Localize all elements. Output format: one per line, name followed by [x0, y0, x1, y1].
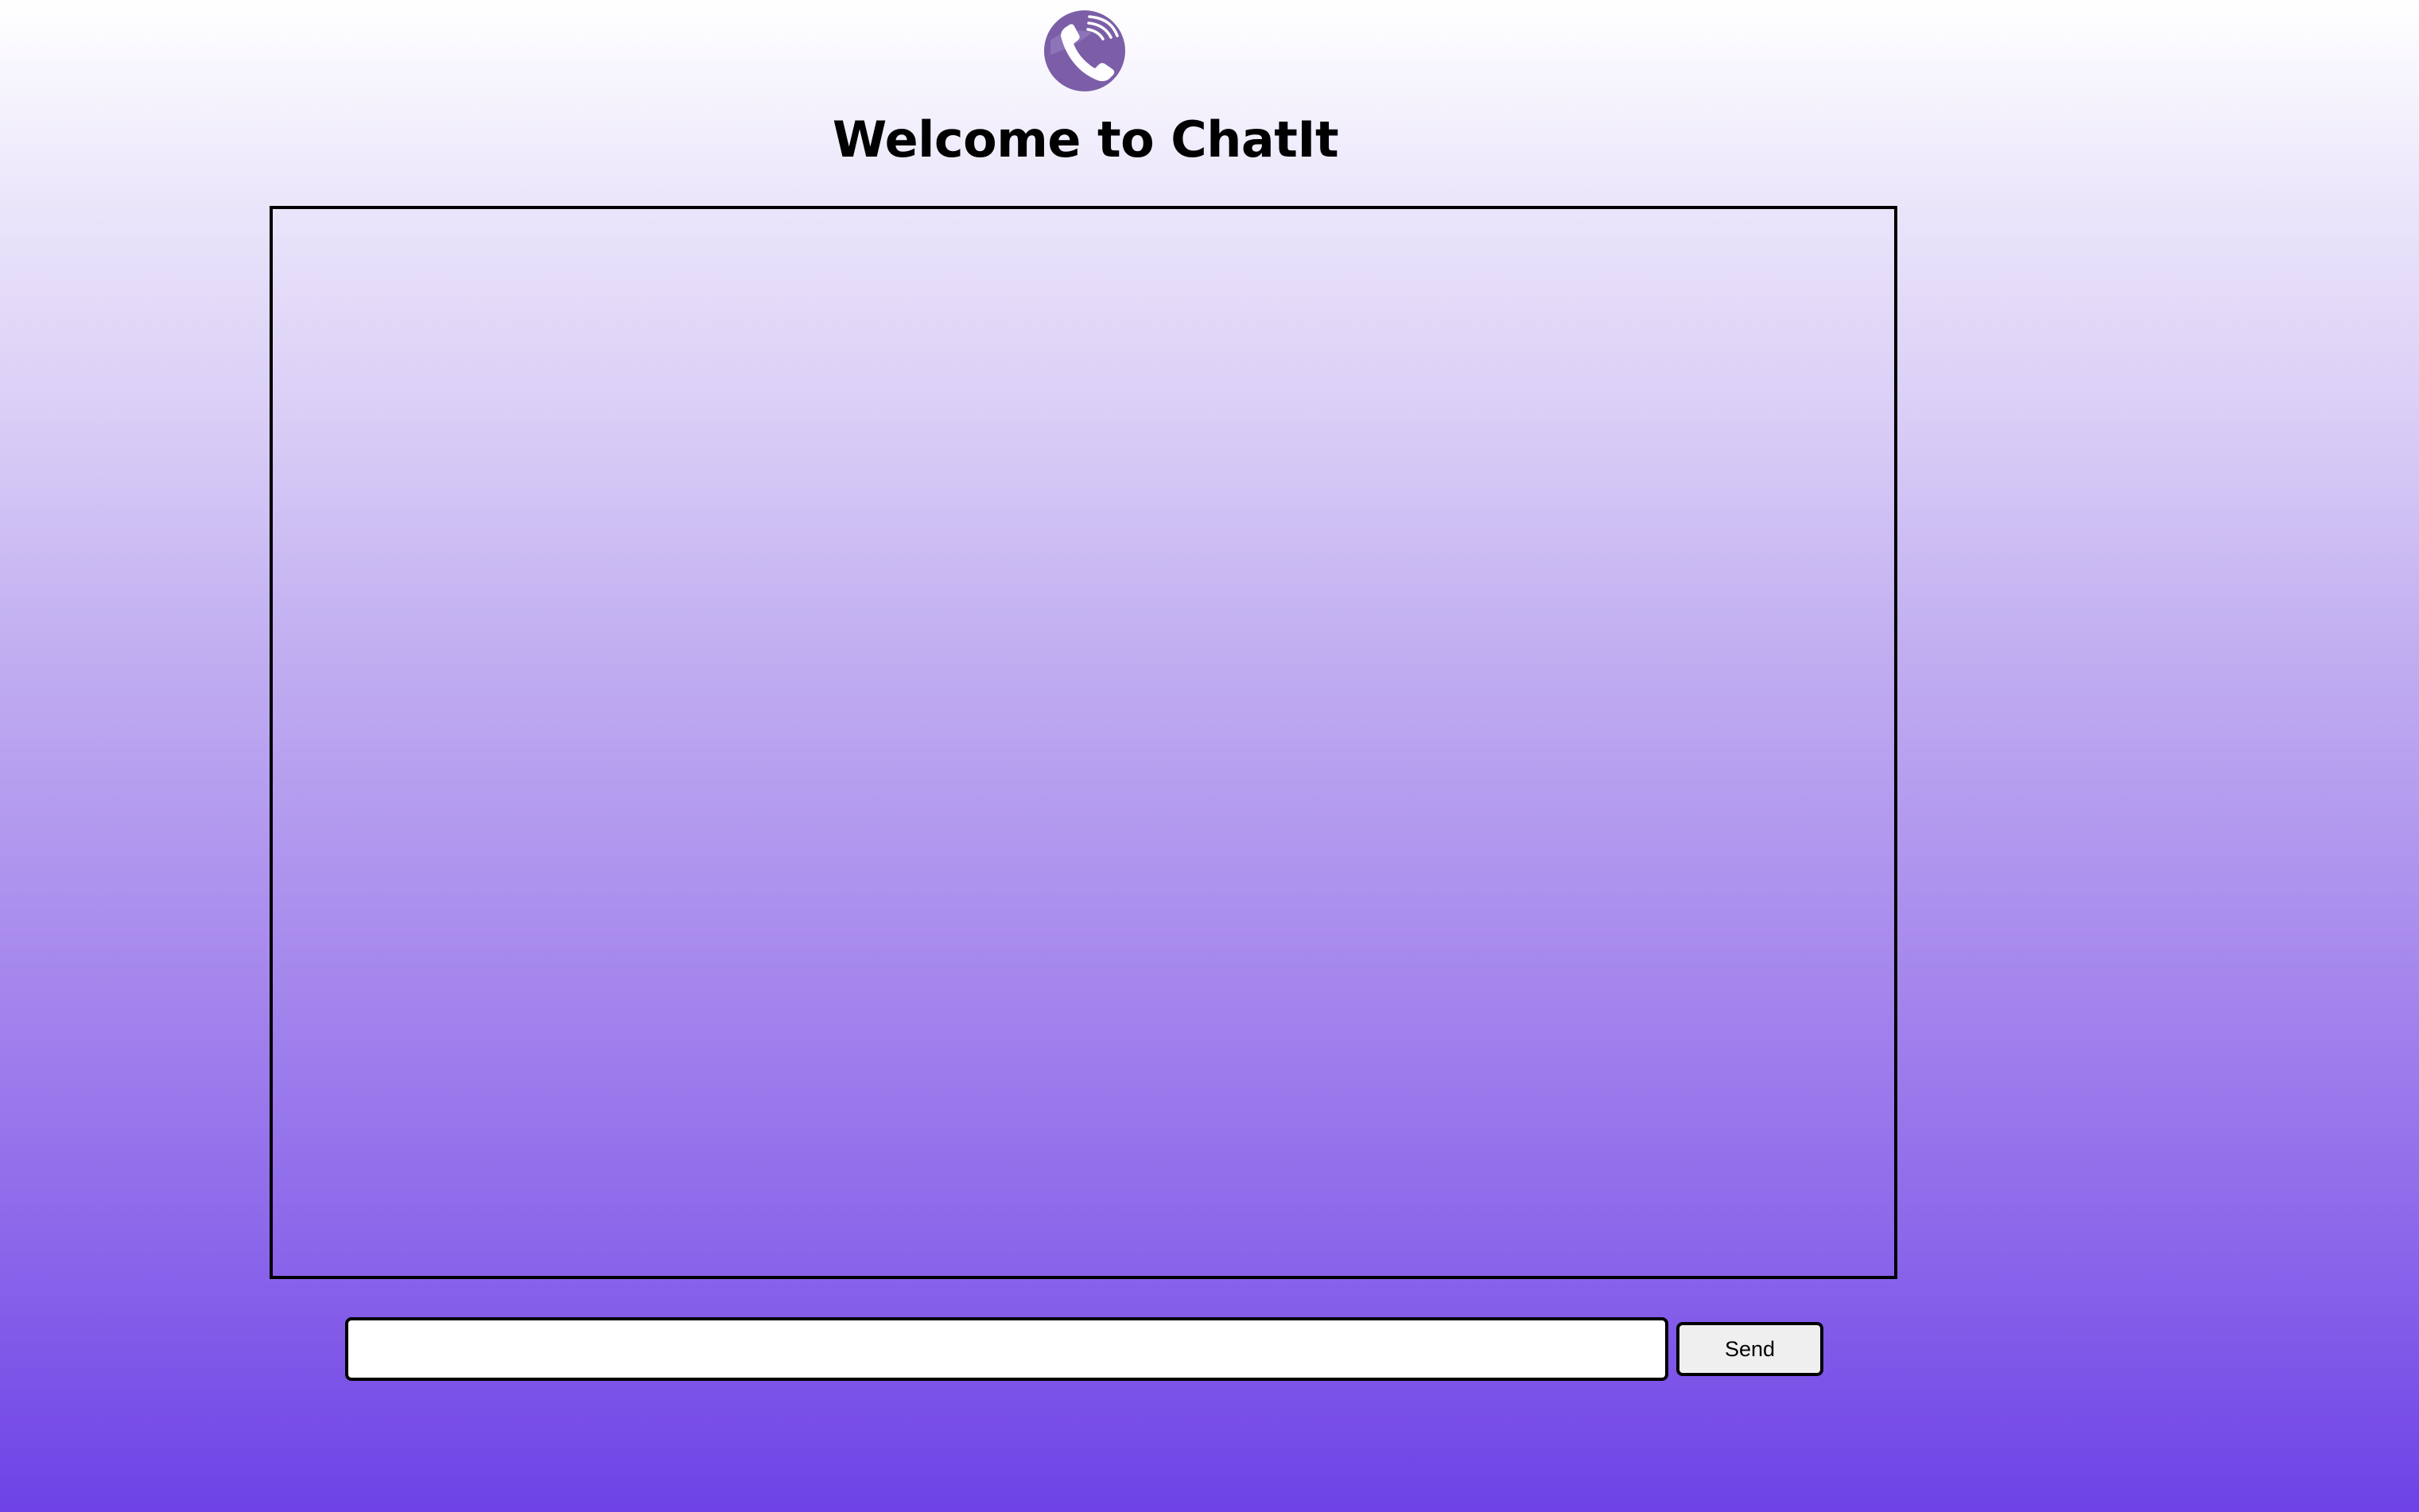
chat-messages-area[interactable]: [270, 206, 1897, 1279]
send-button[interactable]: Send: [1676, 1322, 1823, 1376]
message-input[interactable]: [345, 1317, 1668, 1381]
phone-icon: [1044, 10, 1125, 91]
page-title: Welcome to ChatIt: [832, 110, 1339, 169]
app-logo: [1044, 10, 1125, 91]
